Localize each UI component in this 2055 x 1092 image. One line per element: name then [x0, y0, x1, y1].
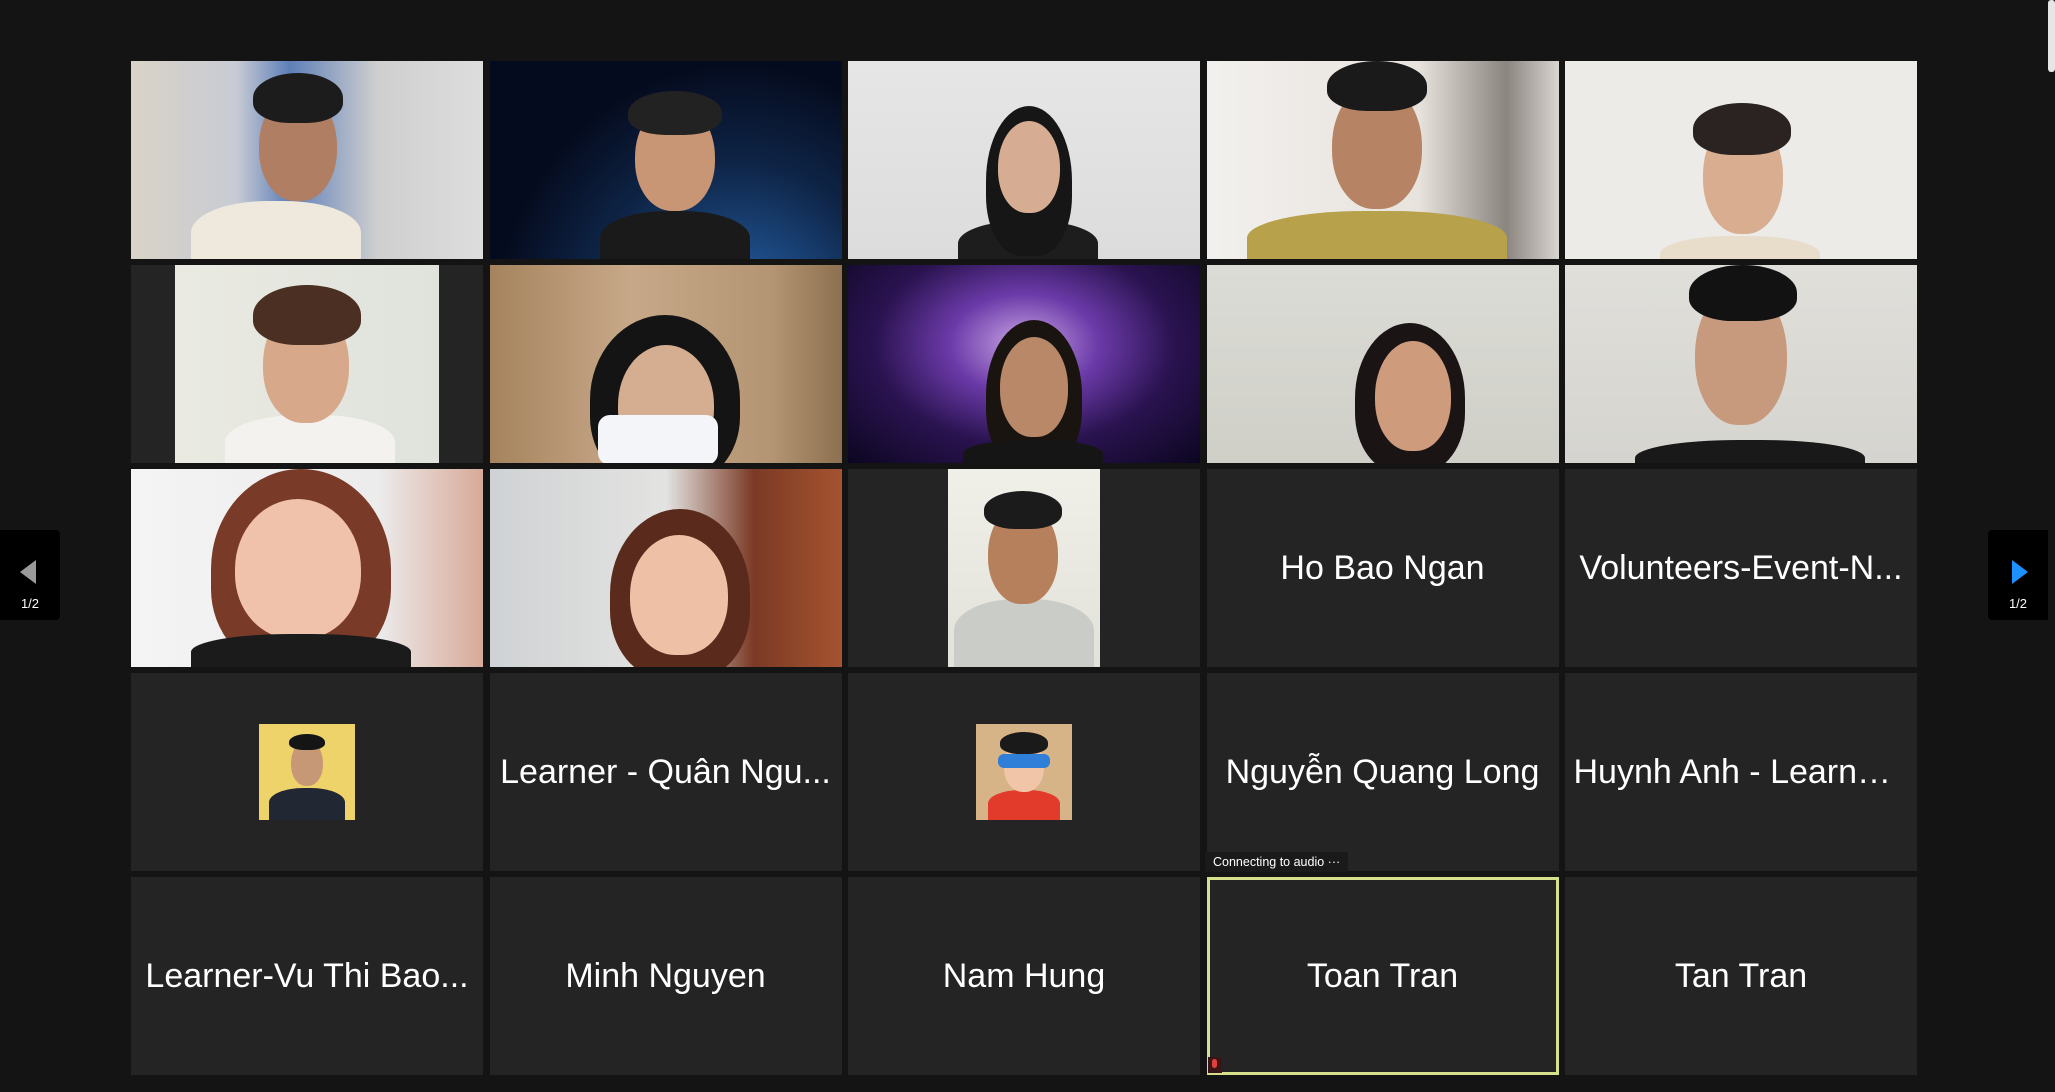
participant-name-tile[interactable]: Learner-Vu Thi Bao...: [131, 877, 483, 1075]
participant-video-tile[interactable]: [848, 265, 1200, 463]
participant-video-tile[interactable]: [131, 469, 483, 667]
participant-avatar: [259, 724, 355, 820]
participant-video-tile[interactable]: [1565, 265, 1917, 463]
participant-name: Volunteers-Event-N...: [1579, 548, 1903, 587]
participant-avatar-tile[interactable]: [131, 673, 483, 871]
page-indicator: 1/2: [20, 596, 40, 611]
participant-video-tile[interactable]: [1206, 265, 1559, 463]
participant-name: Learner - Quân Ngu...: [500, 752, 831, 791]
participant-name-tile[interactable]: Nam Hung: [848, 877, 1200, 1075]
participant-video-tile[interactable]: [131, 61, 483, 259]
participant-name: Toan Tran: [1306, 956, 1459, 995]
participant-name-tile[interactable]: Nguyễn Quang Long: [1206, 673, 1559, 871]
page-indicator: 1/2: [2008, 596, 2028, 611]
participant-video-tile[interactable]: [489, 469, 842, 667]
participant-name: Ho Bao Ngan: [1280, 548, 1485, 587]
participant-name: Nguyễn Quang Long: [1225, 752, 1540, 791]
participant-video-tile[interactable]: [489, 265, 842, 463]
participant-name: Nam Hung: [942, 956, 1106, 995]
participant-name-tile[interactable]: Volunteers-Event-N...: [1565, 469, 1917, 667]
participant-name-tile[interactable]: Minh Nguyen: [489, 877, 842, 1075]
participant-name: Minh Nguyen: [565, 956, 766, 995]
participant-video-tile[interactable]: [848, 61, 1200, 259]
participant-video-tile[interactable]: [1565, 61, 1917, 259]
participant-name-tile[interactable]: Learner - Quân Ngu...: [489, 673, 842, 871]
chevron-left-icon: [20, 560, 36, 584]
participant-video-tile[interactable]: [848, 469, 1200, 667]
participant-name-tile[interactable]: Huynh Anh - Learner...: [1565, 673, 1917, 871]
participant-video-tile[interactable]: [131, 265, 483, 463]
participant-name: Huynh Anh - Learner...: [1573, 752, 1909, 791]
participant-name-tile[interactable]: Tan Tran: [1565, 877, 1917, 1075]
scrollbar[interactable]: [2048, 0, 2055, 72]
participant-gallery: Ho Bao Ngan Volunteers-Event-N... Learne…: [131, 61, 1917, 1079]
audio-status-label: Connecting to audio ···: [1205, 852, 1349, 872]
participant-video-tile[interactable]: [489, 61, 842, 259]
participant-name: Learner-Vu Thi Bao...: [145, 956, 469, 995]
participant-avatar-tile[interactable]: [848, 673, 1200, 871]
previous-page-button[interactable]: 1/2: [0, 530, 60, 620]
participant-name-tile[interactable]: Ho Bao Ngan: [1206, 469, 1559, 667]
participant-name: Tan Tran: [1674, 956, 1808, 995]
chevron-right-icon: [2012, 560, 2028, 584]
next-page-button[interactable]: 1/2: [1988, 530, 2048, 620]
active-speaker-tile[interactable]: Toan Tran: [1206, 877, 1559, 1075]
participant-video-tile[interactable]: [1206, 61, 1559, 259]
muted-mic-icon: [1208, 1057, 1222, 1073]
participant-avatar: [976, 724, 1072, 820]
